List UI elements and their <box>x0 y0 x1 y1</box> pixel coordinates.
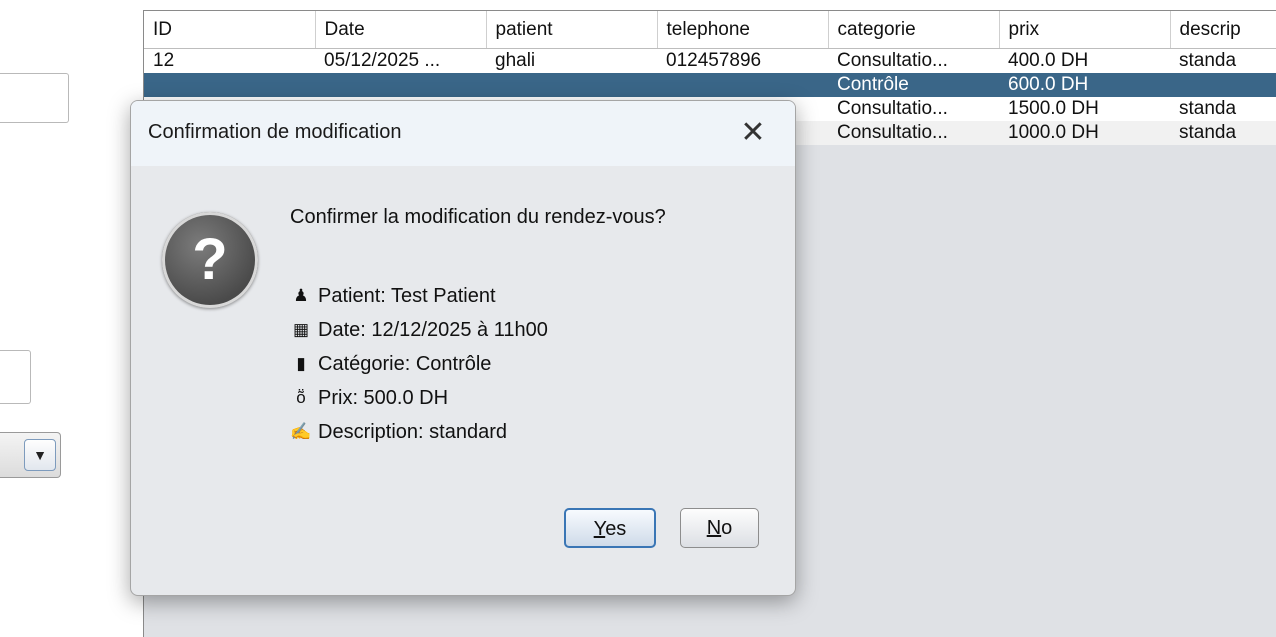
table-cell: 05/12/2025 ... <box>315 48 486 73</box>
table-cell: Consultatio... <box>828 48 999 73</box>
confirmation-dialog: Confirmation de modification ✕ ? Confirm… <box>130 100 796 596</box>
chevron-down-icon[interactable]: ▼ <box>24 439 56 471</box>
column-header-id[interactable]: ID <box>144 11 316 49</box>
dialog-titlebar[interactable]: Confirmation de modification ✕ <box>131 101 795 166</box>
table-cell: 600.0 DH <box>999 73 1170 97</box>
yes-mnemonic: Y <box>593 518 606 540</box>
memo-icon: ✍ <box>290 422 312 441</box>
table-cell <box>657 73 828 97</box>
close-button[interactable]: ✕ <box>733 113 773 153</box>
table-cell: Consultatio... <box>828 121 999 145</box>
detail-text: Date: 12/12/2025 à 11h00 <box>318 319 548 341</box>
detail-text: Description: standard <box>318 421 507 443</box>
table-cell: standa <box>1170 48 1276 73</box>
detail-text: Catégorie: Contrôle <box>318 353 492 375</box>
combo-box[interactable]: ▼ <box>0 432 61 478</box>
table-header-row: ID Date patient telephone categorie prix… <box>144 11 1276 49</box>
detail-category: ▮ Catégorie: Contrôle <box>290 347 666 381</box>
close-icon: ✕ <box>740 116 766 149</box>
table-cell <box>144 73 315 97</box>
dialog-message: Confirmer la modification du rendez-vous… <box>290 204 666 449</box>
detail-text: Prix: 500.0 DH <box>318 387 449 409</box>
table-cell <box>486 73 657 97</box>
table-cell: standa <box>1170 121 1276 145</box>
no-button[interactable]: No <box>680 508 759 548</box>
column-header-telephone[interactable]: telephone <box>657 11 829 49</box>
table-row[interactable]: 12 05/12/2025 ... ghali 012457896 Consul… <box>144 48 1276 73</box>
yes-label: es <box>605 518 627 540</box>
column-header-prix[interactable]: prix <box>999 11 1171 49</box>
person-icon: ♟ <box>293 286 309 305</box>
table-cell: 1000.0 DH <box>999 121 1170 145</box>
table-cell: 12 <box>144 48 315 73</box>
column-header-date[interactable]: Date <box>315 11 487 49</box>
dialog-title: Confirmation de modification <box>148 121 402 143</box>
table-cell: standa <box>1170 97 1276 121</box>
table-cell: Consultatio... <box>828 97 999 121</box>
column-header-categorie[interactable]: categorie <box>828 11 1000 49</box>
column-header-description[interactable]: descrip <box>1170 11 1276 49</box>
table-cell: 400.0 DH <box>999 48 1170 73</box>
detail-date: ▦ Date: 12/12/2025 à 11h00 <box>290 313 666 347</box>
detail-price: ṏ Prix: 500.0 DH <box>290 381 666 415</box>
table-row-selected[interactable]: Contrôle 600.0 DH <box>144 73 1276 97</box>
yes-button[interactable]: Yes <box>564 508 656 548</box>
column-header-patient[interactable]: patient <box>486 11 658 49</box>
detail-description: ✍ Description: standard <box>290 415 666 449</box>
confirm-question: Confirmer la modification du rendez-vous… <box>290 206 666 228</box>
no-mnemonic: N <box>706 517 722 539</box>
text-field-1[interactable] <box>0 73 69 123</box>
table-cell: ghali <box>486 48 657 73</box>
table-cell <box>1170 73 1276 97</box>
table-cell: Contrôle <box>828 73 999 97</box>
no-label: o <box>721 517 733 539</box>
calendar-icon: ▦ <box>292 320 310 339</box>
text-field-2[interactable] <box>0 350 31 404</box>
detail-text: Patient: Test Patient <box>318 285 496 307</box>
detail-patient: ♟ Patient: Test Patient <box>290 279 666 313</box>
question-icon: ? <box>162 212 258 308</box>
clipboard-icon: ▮ <box>296 354 306 373</box>
table-cell <box>315 73 486 97</box>
table-cell: 012457896 <box>657 48 828 73</box>
money-bag-icon: ṏ <box>296 388 306 407</box>
table-cell: 1500.0 DH <box>999 97 1170 121</box>
